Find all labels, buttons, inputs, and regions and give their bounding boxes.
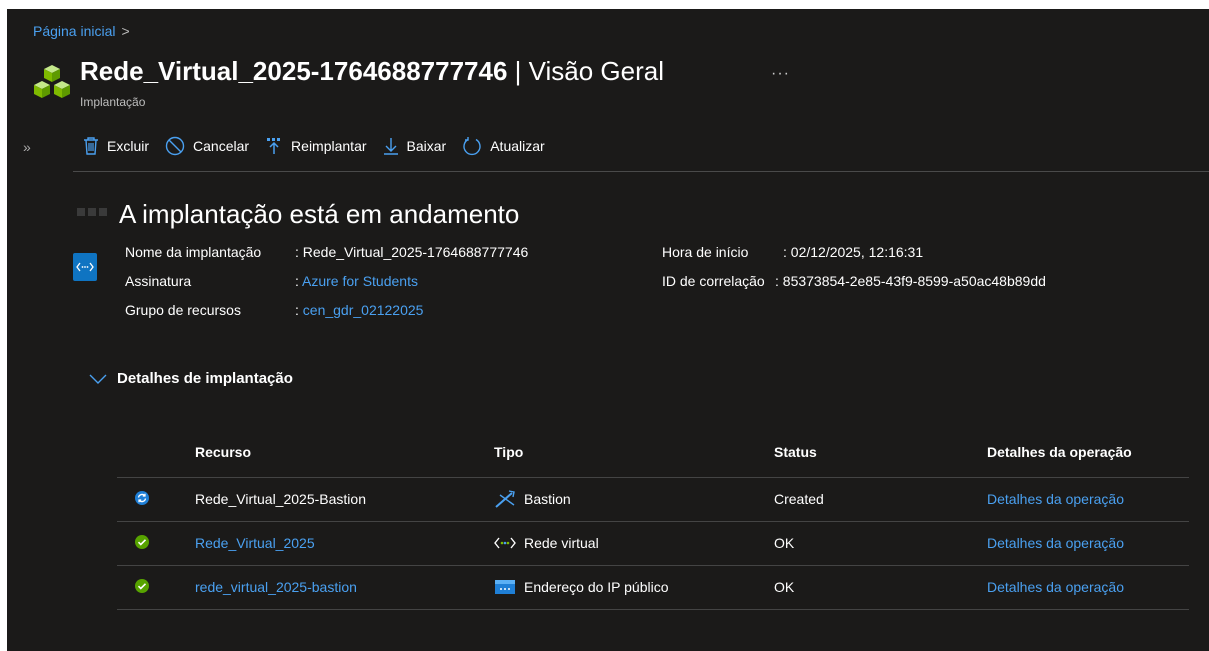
cancel-icon bbox=[165, 136, 185, 156]
resource-type-label: Implantação bbox=[80, 95, 146, 109]
status-icon-column bbox=[117, 427, 195, 477]
success-check-icon bbox=[135, 578, 149, 593]
view-name: Visão Geral bbox=[528, 56, 664, 86]
deployment-status-title: A implantação está em andamento bbox=[119, 199, 520, 229]
row-status-text: OK bbox=[774, 564, 987, 610]
column-header-type: Tipo bbox=[494, 443, 524, 460]
deployment-code-icon bbox=[73, 253, 97, 281]
cancel-button[interactable]: Cancelar bbox=[165, 136, 249, 156]
public-ip-icon bbox=[495, 580, 515, 594]
refresh-label: Atualizar bbox=[490, 138, 545, 154]
row-type-label: Endereço do IP público bbox=[524, 579, 669, 595]
trash-icon bbox=[84, 137, 98, 155]
virtual-network-icon bbox=[494, 537, 516, 549]
page-title: Rede_Virtual_2025-1764688777746 | Visão … bbox=[80, 56, 664, 87]
title-separator: | bbox=[507, 56, 529, 86]
table-row: Rede_Virtual_2025 Rede virtual OK Detalh… bbox=[117, 520, 1189, 565]
more-options-button[interactable]: ··· bbox=[771, 65, 790, 83]
operation-details-link[interactable]: Detalhes da operação bbox=[987, 579, 1124, 595]
row-status-icon-cell bbox=[117, 476, 195, 521]
subscription-link[interactable]: Azure for Students bbox=[302, 273, 418, 289]
table-header-row: Recurso Tipo Status Detalhes da operação bbox=[117, 427, 1189, 477]
deployment-name-label: Nome da implantação bbox=[125, 244, 262, 260]
row-status-icon-cell bbox=[117, 564, 195, 610]
bastion-icon bbox=[495, 490, 515, 508]
delete-button[interactable]: Excluir bbox=[83, 137, 149, 155]
operation-details-link[interactable]: Detalhes da operação bbox=[987, 491, 1124, 507]
deployment-name-title: Rede_Virtual_2025-1764688777746 bbox=[80, 56, 508, 86]
subscription-prefix: : bbox=[295, 273, 303, 289]
download-button[interactable]: Baixar bbox=[383, 137, 447, 155]
resource-group-value: : cen_gdr_02122025 bbox=[295, 302, 423, 318]
breadcrumb: Página inicial > bbox=[33, 23, 130, 39]
download-label: Baixar bbox=[406, 138, 447, 154]
command-bar: Excluir Cancelar Reimplantar Baixar Atua… bbox=[83, 136, 561, 156]
correlation-id-label: ID de correlação bbox=[662, 273, 765, 289]
chevron-down-icon bbox=[89, 374, 107, 384]
row-status-text: OK bbox=[774, 520, 987, 565]
breadcrumb-home-link[interactable]: Página inicial bbox=[33, 23, 116, 39]
row-type-cell: Rede virtual bbox=[494, 520, 774, 565]
correlation-id-value: : 85373854-2e85-43f9-8599-a50ac48b89dd bbox=[775, 273, 1046, 289]
row-type-label: Bastion bbox=[524, 491, 571, 507]
deployment-details-table: Recurso Tipo Status Detalhes da operação… bbox=[117, 427, 1189, 610]
row-type-cell: Endereço do IP público bbox=[494, 564, 774, 610]
redeploy-icon bbox=[267, 138, 281, 154]
row-resource-link[interactable]: Rede_Virtual_2025 bbox=[195, 535, 315, 551]
deployment-name-value: : Rede_Virtual_2025-1764688777746 bbox=[295, 244, 529, 260]
row-status-icon-cell bbox=[117, 520, 195, 565]
column-header-status: Status bbox=[774, 443, 817, 460]
start-time-value: : 02/12/2025, 12:16:31 bbox=[783, 244, 924, 260]
in-progress-sync-icon bbox=[135, 490, 149, 505]
subscription-value: : Azure for Students bbox=[295, 273, 418, 289]
row-status-text: Created bbox=[774, 476, 987, 521]
redeploy-label: Reimplantar bbox=[291, 138, 367, 154]
column-header-resource: Recurso bbox=[195, 443, 252, 460]
table-row: rede_virtual_2025-bastion Endereço do IP… bbox=[117, 564, 1189, 610]
cancel-label: Cancelar bbox=[193, 138, 250, 154]
table-row: Rede_Virtual_2025-Bastion Bastion Create… bbox=[117, 476, 1189, 521]
portal-blade: Página inicial > Rede_Virtual_2025-176468… bbox=[7, 9, 1209, 651]
start-time-label: Hora de início bbox=[662, 244, 749, 260]
deployment-details-toggle[interactable]: Detalhes de implantação bbox=[89, 370, 293, 387]
row-resource-text: Rede_Virtual_2025-Bastion bbox=[195, 476, 494, 521]
success-check-icon bbox=[135, 534, 149, 549]
refresh-icon bbox=[463, 137, 481, 156]
operation-details-link[interactable]: Detalhes da operação bbox=[987, 535, 1124, 551]
subscription-label: Assinatura bbox=[125, 273, 192, 289]
row-type-cell: Bastion bbox=[494, 476, 774, 521]
deployment-details-title: Detalhes de implantação bbox=[117, 370, 293, 387]
resource-group-link[interactable]: cen_gdr_02122025 bbox=[303, 302, 424, 318]
refresh-button[interactable]: Atualizar bbox=[462, 136, 545, 156]
breadcrumb-separator: > bbox=[121, 23, 130, 39]
expand-menu-button[interactable]: » bbox=[23, 139, 31, 155]
delete-label: Excluir bbox=[107, 138, 150, 154]
column-header-operation-details: Detalhes da operação bbox=[987, 443, 1132, 460]
row-resource-link[interactable]: rede_virtual_2025-bastion bbox=[195, 579, 357, 595]
deployment-cubes-icon bbox=[30, 63, 74, 107]
toolbar-divider bbox=[73, 171, 1209, 172]
resource-group-label: Grupo de recursos bbox=[125, 302, 241, 318]
resource-group-prefix: : bbox=[295, 302, 303, 318]
loading-dots-icon bbox=[77, 208, 111, 216]
redeploy-button[interactable]: Reimplantar bbox=[265, 137, 367, 155]
download-icon bbox=[383, 138, 398, 155]
row-type-label: Rede virtual bbox=[524, 535, 599, 551]
